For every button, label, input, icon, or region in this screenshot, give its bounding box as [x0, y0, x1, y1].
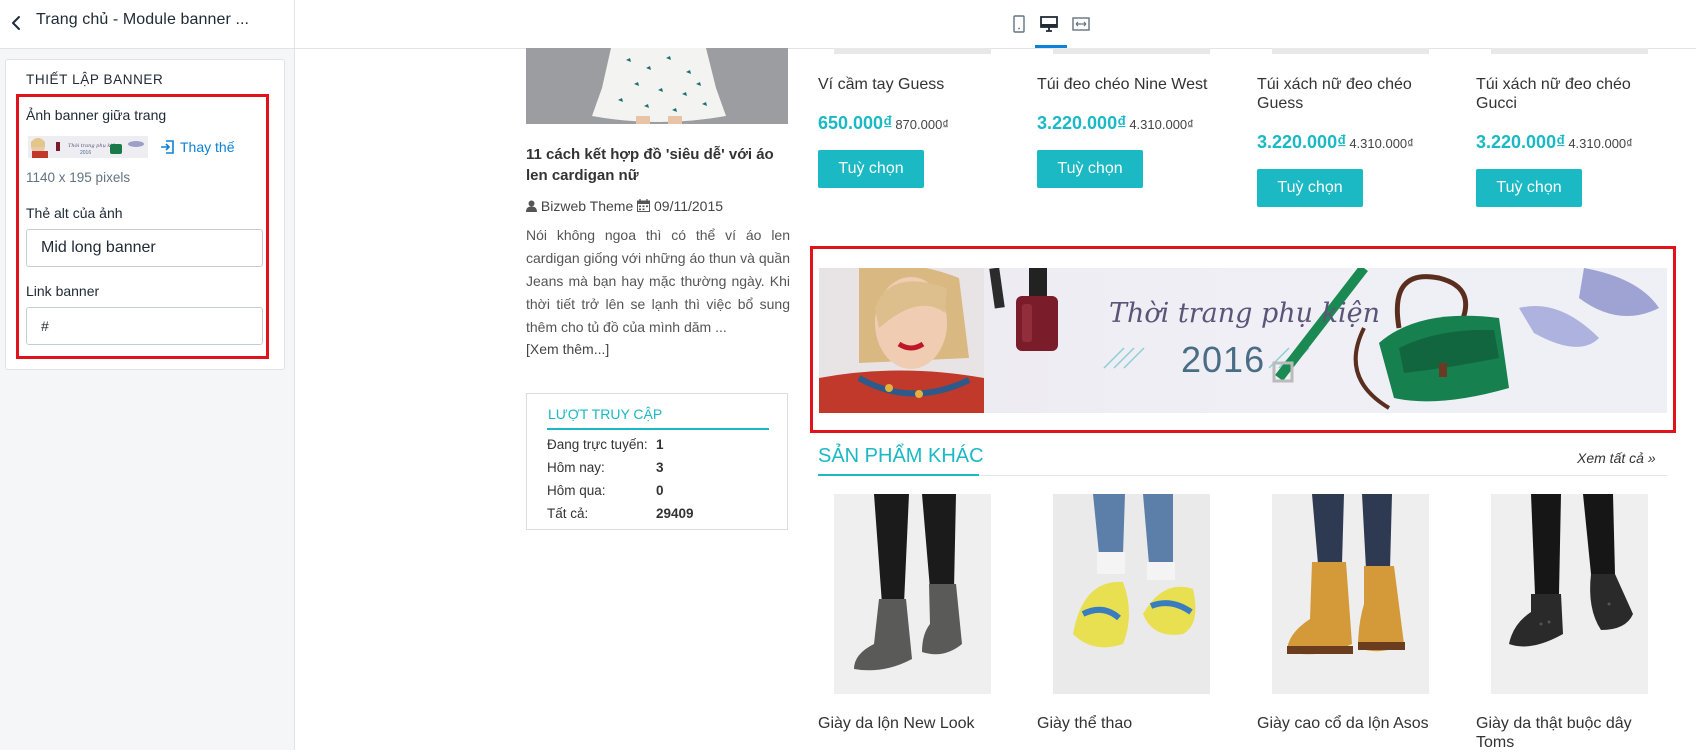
product-name[interactable]: Túi đeo chéo Nine West: [1037, 75, 1227, 94]
product-price: 3.220.000₫ 4.310.000₫: [1037, 113, 1194, 134]
price-old: 4.310.000₫: [1129, 117, 1194, 132]
image-dimensions: 1140 x 195 pixels: [26, 170, 131, 185]
product-name[interactable]: Túi xách nữ đeo chéo Gucci: [1476, 75, 1646, 113]
product-price: 650.000₫ 870.000₫: [818, 113, 949, 134]
product-image[interactable]: [1272, 494, 1429, 694]
mobile-view-icon[interactable]: [1005, 10, 1033, 38]
replace-image-button[interactable]: Thay thế: [160, 139, 234, 158]
sidebar-title: Trang chủ - Module banner ...: [36, 11, 250, 28]
product-name[interactable]: Giày thể thao: [1037, 714, 1227, 733]
product-options-button[interactable]: Tuỳ chọn: [818, 150, 924, 188]
product-name[interactable]: Giày cao cổ da lộn Asos: [1257, 714, 1447, 733]
product-image[interactable]: [1053, 494, 1210, 694]
product-options-button[interactable]: Tuỳ chọn: [1476, 169, 1582, 207]
editor-sidebar: Trang chủ - Module banner ... THIẾT LẬP …: [0, 0, 295, 750]
product-image[interactable]: [1491, 494, 1648, 694]
price-current: 3.220.000₫: [1257, 132, 1347, 152]
alt-text-label: Thẻ alt của ảnh: [26, 205, 123, 221]
blog-date: 09/11/2015: [654, 198, 724, 214]
replace-icon: [160, 139, 176, 158]
double-chevron-right-icon: »: [1647, 450, 1656, 466]
replace-label: Thay thế: [180, 139, 235, 155]
product-name[interactable]: Giày da lộn New Look: [818, 714, 1008, 733]
preview-toolbar: [295, 0, 1696, 49]
product-name[interactable]: Túi xách nữ đeo chéo Guess: [1257, 75, 1427, 113]
banner-title: Thời trang phụ kiện: [1109, 298, 1380, 329]
product-name[interactable]: Giày da thật buộc dây Toms: [1476, 714, 1646, 752]
product-options-button[interactable]: Tuỳ chọn: [1037, 150, 1143, 188]
price-current: 3.220.000₫: [1037, 113, 1127, 133]
banner-link-input[interactable]: [26, 307, 263, 345]
visits-label-yesterday: Hôm qua:: [547, 483, 606, 498]
banner-link-label: Link banner: [26, 283, 100, 299]
visits-label-total: Tất cả:: [547, 506, 589, 521]
user-icon: [526, 198, 537, 214]
banner-year: 2016: [1181, 339, 1266, 380]
visits-value-online: 1: [656, 437, 664, 452]
blog-post-image[interactable]: [526, 48, 788, 124]
calendar-icon: [637, 198, 651, 214]
banner-thumbnail: Thời trang phụ kiện 2016: [28, 136, 148, 158]
fullwidth-view-icon[interactable]: [1067, 10, 1095, 38]
blog-post-meta: Bizweb Theme 09/11/2015: [526, 198, 723, 214]
visits-value-today: 3: [656, 460, 664, 475]
visit-counter-widget: LƯỢT TRUY CẬP Đang trực tuyến: 1 Hôm nay…: [526, 393, 788, 530]
price-old: 4.310.000₫: [1568, 136, 1633, 151]
price-current: 3.220.000₫: [1476, 132, 1566, 152]
product-image[interactable]: [1491, 48, 1648, 54]
view-all-label: Xem tất cả: [1577, 450, 1644, 466]
banner-image-label: Ảnh banner giữa trang: [26, 107, 167, 123]
visits-value-yesterday: 0: [656, 483, 664, 498]
product-name[interactable]: Ví cầm tay Guess: [818, 75, 1008, 94]
visits-value-total: 29409: [656, 506, 694, 521]
section-title: SẢN PHẨM KHÁC: [818, 445, 984, 467]
visits-label-online: Đang trực tuyến:: [547, 437, 648, 452]
product-price: 3.220.000₫ 4.310.000₫: [1257, 132, 1414, 153]
read-more-link[interactable]: [Xem thêm...]: [526, 341, 609, 357]
back-chevron-icon[interactable]: [6, 12, 28, 34]
blog-post-title[interactable]: 11 cách kết hợp đồ 'siêu dễ' với áo len …: [526, 144, 790, 186]
card-title: THIẾT LẬP BANNER: [26, 72, 164, 87]
product-price: 3.220.000₫ 4.310.000₫: [1476, 132, 1633, 153]
visits-title-rule: [547, 428, 769, 430]
alt-text-input[interactable]: [26, 229, 263, 267]
price-old: 870.000₫: [895, 117, 949, 132]
sidebar-header: Trang chủ - Module banner ...: [0, 0, 294, 49]
product-image[interactable]: [834, 494, 991, 694]
svg-text:2016: 2016: [80, 150, 91, 156]
price-current: 650.000₫: [818, 113, 893, 133]
banner-settings-card: THIẾT LẬP BANNER Ảnh banner giữa trang T…: [5, 59, 285, 370]
blog-post-excerpt: Nói không ngoa thì có thể ví áo len card…: [526, 227, 790, 335]
product-image[interactable]: [834, 48, 991, 54]
section-title-underline: [818, 474, 979, 476]
product-options-button[interactable]: Tuỳ chọn: [1257, 169, 1363, 207]
mid-long-banner[interactable]: Thời trang phụ kiện 2016: [819, 268, 1667, 413]
product-image[interactable]: [1053, 48, 1210, 54]
price-old: 4.310.000₫: [1349, 136, 1414, 151]
view-all-link[interactable]: Xem tất cả »: [1577, 450, 1656, 466]
blog-author: Bizweb Theme: [540, 198, 634, 214]
visits-title: LƯỢT TRUY CẬP: [548, 406, 663, 422]
desktop-view-icon[interactable]: [1035, 10, 1063, 38]
visits-label-today: Hôm nay:: [547, 460, 605, 475]
product-image[interactable]: [1272, 48, 1429, 54]
